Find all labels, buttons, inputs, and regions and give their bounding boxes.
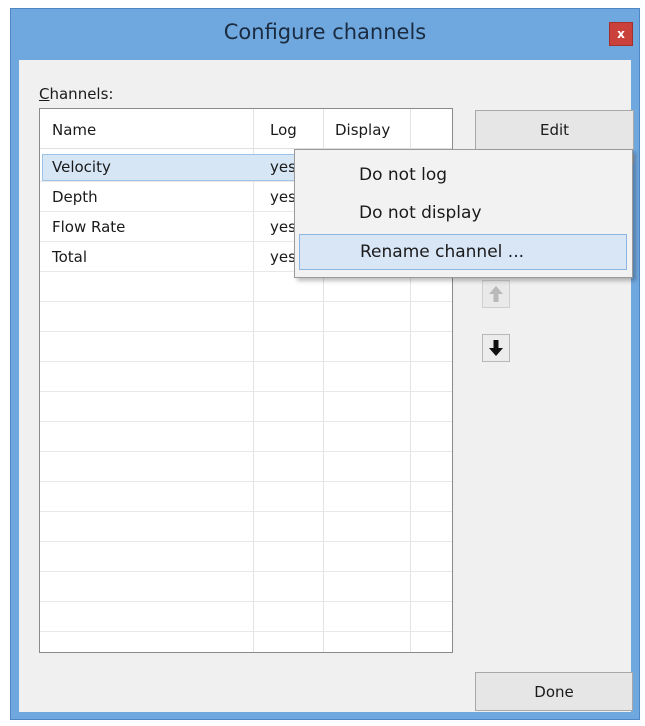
menu-item-label: Do not log xyxy=(359,165,448,185)
move-down-button[interactable] xyxy=(482,334,510,362)
title-bar[interactable]: Configure channels x xyxy=(11,9,639,61)
column-header-display[interactable]: Display xyxy=(335,121,390,139)
edit-button[interactable]: Edit xyxy=(475,110,634,150)
empty-row xyxy=(40,332,452,362)
empty-row xyxy=(40,422,452,452)
done-button-label: Done xyxy=(534,682,574,701)
channels-label-rest: hannels: xyxy=(49,85,114,103)
window-title: Configure channels xyxy=(223,20,427,44)
channel-name: Flow Rate xyxy=(52,218,126,236)
channel-log: yes xyxy=(270,158,296,176)
empty-row xyxy=(40,392,452,422)
close-button[interactable]: x xyxy=(609,22,633,46)
menu-item-do-not-log[interactable]: Do not log xyxy=(299,158,627,194)
channels-label-accel: C xyxy=(39,85,50,103)
channel-name: Total xyxy=(52,248,88,266)
arrow-up-icon xyxy=(489,286,503,302)
menu-item-rename-channel[interactable]: Rename channel ... xyxy=(299,234,627,270)
channel-log: yes xyxy=(270,188,296,206)
column-header-name[interactable]: Name xyxy=(52,121,96,139)
empty-row xyxy=(40,302,452,332)
configure-channels-window: Configure channels x Channels: Name Log … xyxy=(10,8,640,720)
arrow-down-icon xyxy=(489,340,503,356)
column-header-log[interactable]: Log xyxy=(270,121,297,139)
channels-label: Channels: xyxy=(39,85,113,103)
empty-row xyxy=(40,512,452,542)
done-button[interactable]: Done xyxy=(475,672,633,711)
empty-row xyxy=(40,572,452,602)
table-header: Name Log Display xyxy=(40,109,452,149)
empty-row xyxy=(40,632,452,652)
channel-log: yes xyxy=(270,248,296,266)
channel-log: yes xyxy=(270,218,296,236)
context-menu: Do not log Do not display Rename channel… xyxy=(294,149,633,278)
empty-row xyxy=(40,602,452,632)
menu-item-do-not-display[interactable]: Do not display xyxy=(299,196,627,232)
menu-item-label: Do not display xyxy=(359,203,482,223)
move-up-button[interactable] xyxy=(482,280,510,308)
empty-row xyxy=(40,482,452,512)
empty-row xyxy=(40,542,452,572)
channel-name: Depth xyxy=(52,188,98,206)
empty-row xyxy=(40,362,452,392)
channel-name: Velocity xyxy=(52,158,111,176)
edit-button-label: Edit xyxy=(539,121,570,139)
close-icon: x xyxy=(617,27,625,41)
menu-item-label: Rename channel ... xyxy=(360,242,525,262)
empty-row xyxy=(40,452,452,482)
